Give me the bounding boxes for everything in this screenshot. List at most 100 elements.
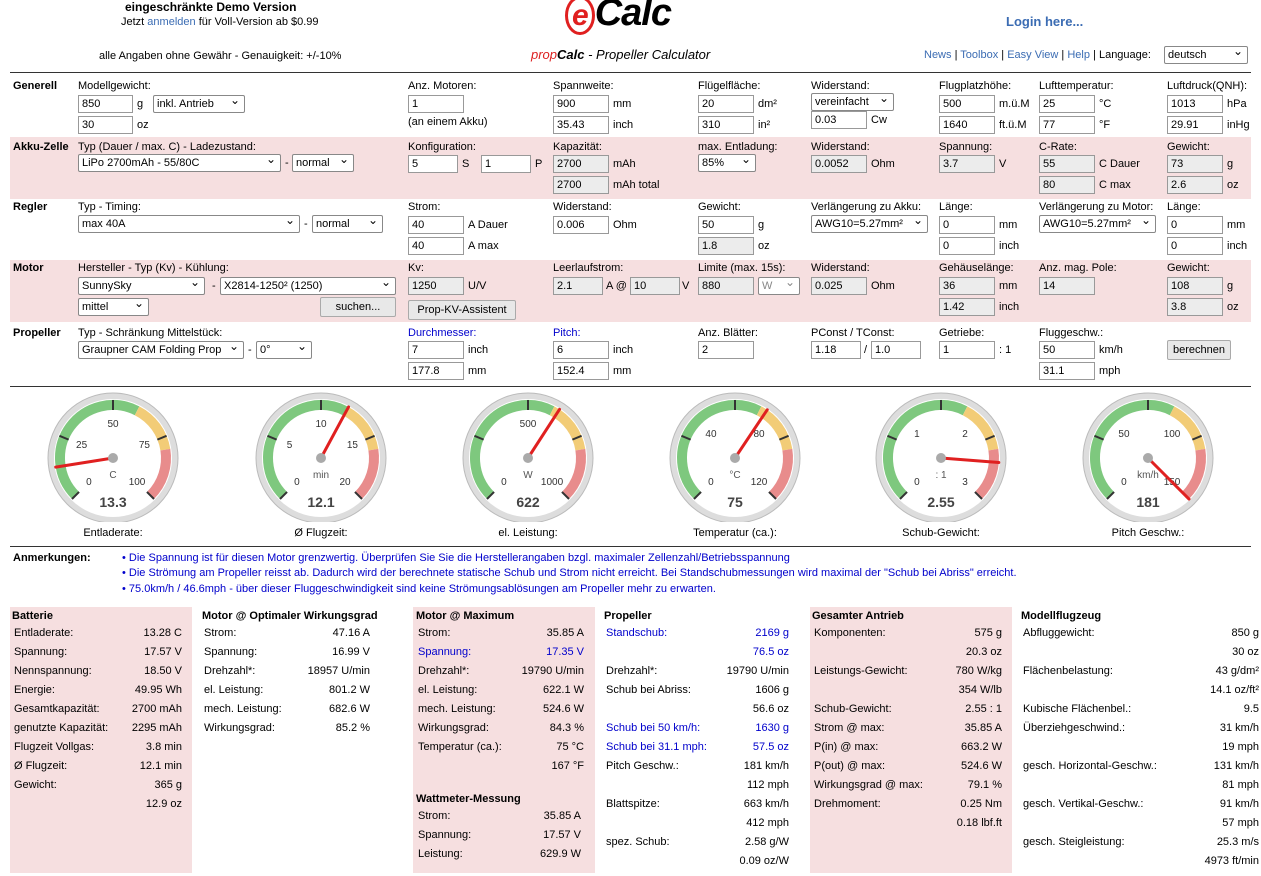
druck-inhg-input[interactable]: 29.91 — [1167, 116, 1223, 134]
entladung-select[interactable]: 85% — [698, 154, 756, 172]
result-label: Flugzeit Vollgas: — [14, 741, 95, 753]
durchmesser-mm-input[interactable]: 177.8 — [408, 362, 464, 380]
laenge1-mm-input[interactable]: 0 — [939, 216, 995, 234]
laenge2-inch-input[interactable]: 0 — [1167, 237, 1223, 255]
druck-hpa-input[interactable]: 1013 — [1167, 95, 1223, 113]
result-label: Leistungs-Gewicht: — [814, 665, 908, 677]
gauge-dial: 0 40 80 120 °C 75 — [669, 392, 801, 524]
regler-a-max-input[interactable]: 40 — [408, 237, 464, 255]
unit-c-max: C max — [1099, 179, 1131, 191]
gauge-unit: km/h — [1137, 470, 1159, 481]
result-label: Komponenten: — [814, 627, 886, 639]
getriebe-input[interactable]: 1 — [939, 341, 995, 359]
temp-f-input[interactable]: 77 — [1039, 116, 1095, 134]
fluggeschw-mph-input[interactable]: 31.1 — [1039, 362, 1095, 380]
spannweite-inch-input[interactable]: 35.43 — [553, 116, 609, 134]
language-select[interactable]: deutsch — [1164, 46, 1248, 64]
result-value: 30 oz — [1232, 646, 1259, 658]
timing-select[interactable]: normal — [312, 215, 383, 233]
kv-value: 1250 — [408, 277, 464, 295]
unit-mm: mm — [999, 219, 1018, 231]
flaeche-dm-input[interactable]: 20 — [698, 95, 754, 113]
result-label: Schub bei 31.1 mph: — [606, 741, 707, 753]
nav-easy-view[interactable]: Easy View — [1007, 49, 1058, 61]
zellen-s-input[interactable]: 5 — [408, 155, 458, 173]
tconst-input[interactable]: 1.0 — [871, 341, 921, 359]
antrieb-select[interactable]: inkl. Antrieb — [153, 95, 245, 113]
unit-mph: mph — [1099, 365, 1121, 377]
result-value: 35.85 A — [543, 810, 581, 822]
result-label: Abfluggewicht: — [1023, 627, 1095, 639]
gauge-value: 12.1 — [307, 494, 334, 510]
nav-toolbox[interactable]: Toolbox — [960, 49, 998, 61]
pconst-input[interactable]: 1.18 — [811, 341, 861, 359]
motoren-input[interactable]: 1 — [408, 95, 464, 113]
pitch-inch-input[interactable]: 6 — [553, 341, 609, 359]
results-title-wattmeter: Wattmeter-Messung — [416, 793, 521, 805]
gauge-tick-label: 20 — [339, 477, 351, 488]
laenge1-inch-input[interactable]: 0 — [939, 237, 995, 255]
propeller-typ-select[interactable]: Graupner CAM Folding Prop — [78, 341, 244, 359]
suchen-button[interactable]: suchen... — [320, 297, 396, 317]
login-link[interactable]: Login here... — [1006, 14, 1083, 29]
result-label: Entladerate: — [14, 627, 74, 639]
temp-c-input[interactable]: 25 — [1039, 95, 1095, 113]
motor-gewicht-oz-value: 3.8 — [1167, 298, 1223, 316]
widerstand-select[interactable]: vereinfacht — [811, 93, 894, 111]
durchmesser-inch-input[interactable]: 7 — [408, 341, 464, 359]
cw-input[interactable]: 0.03 — [811, 111, 867, 129]
regler-widerstand-input[interactable]: 0.006 — [553, 216, 609, 234]
gauge-unit: min — [313, 470, 329, 481]
anmelden-link[interactable]: anmelden — [147, 16, 195, 28]
verlaengerung-motor-select[interactable]: AWG10=5.27mm² — [1039, 215, 1156, 233]
verlaengerung-akku-label: Verlängerung zu Akku: — [811, 201, 922, 213]
pconst-label: PConst / TConst: — [811, 327, 895, 339]
result-value: 25.3 m/s — [1216, 836, 1259, 848]
nav-news[interactable]: News — [924, 49, 952, 61]
nav-help[interactable]: Help — [1067, 49, 1090, 61]
regler-gewicht-label: Gewicht: — [698, 201, 741, 213]
result-value: 19 mph — [1222, 741, 1259, 753]
result-label: Strom: — [418, 627, 451, 639]
motor-typ-select[interactable]: X2814-1250² (1250) — [220, 277, 396, 295]
schraenkung-select[interactable]: 0° — [256, 341, 312, 359]
flaeche-in-input[interactable]: 310 — [698, 116, 754, 134]
result-value: 75 °C — [556, 741, 584, 753]
kuehlung-select[interactable]: mittel — [78, 298, 149, 316]
akku-typ-select[interactable]: LiPo 2700mAh - 55/80C — [78, 154, 281, 172]
limite-unit-select[interactable]: W — [758, 277, 800, 295]
unit-c-dauer: C Dauer — [1099, 158, 1140, 170]
ladezustand-select[interactable]: normal — [292, 154, 354, 172]
unit-g: g — [1227, 158, 1234, 170]
modellgewicht-g-input[interactable]: 850 — [78, 95, 133, 113]
spannweite-mm-input[interactable]: 900 — [553, 95, 609, 113]
gauge-dial: 050100150km/h181 — [1082, 392, 1214, 524]
gauge-label: Ø Flugzeit: — [294, 527, 348, 539]
demo-title: eingeschränkte Demo Version — [125, 0, 297, 14]
verlaengerung-akku-select[interactable]: AWG10=5.27mm² — [811, 215, 928, 233]
laenge2-mm-input[interactable]: 0 — [1167, 216, 1223, 234]
gauge-unit: °C — [729, 470, 740, 481]
prop-kv-assistent-button[interactable]: Prop-KV-Assistent — [408, 300, 516, 320]
hersteller-select[interactable]: SunnySky — [78, 277, 205, 295]
modellgewicht-oz-input[interactable]: 30 — [78, 116, 133, 134]
result-label: Wirkungsgrad: — [204, 722, 275, 734]
gauge-label: Temperatur (ca.): — [693, 527, 777, 539]
regler-gewicht-g-input[interactable]: 50 — [698, 216, 754, 234]
result-label: genutzte Kapazität: — [14, 722, 109, 734]
result-label: P(out) @ max: — [814, 760, 886, 772]
platz-m-input[interactable]: 500 — [939, 95, 995, 113]
fluggeschw-kmh-input[interactable]: 50 — [1039, 341, 1095, 359]
unit-p: P — [535, 158, 543, 170]
pitch-mm-input[interactable]: 152.4 — [553, 362, 609, 380]
blaetter-input[interactable]: 2 — [698, 341, 754, 359]
leerlaufstrom-label: Leerlaufstrom: — [553, 262, 624, 274]
regler-a-dauer-input[interactable]: 40 — [408, 216, 464, 234]
demo-line: Jetzt anmelden für Voll-Version ab $0.99 — [121, 16, 319, 28]
gauge-1: 0 25 50 75 100 C 13.3 — [46, 392, 181, 537]
platz-ft-input[interactable]: 1640 — [939, 116, 995, 134]
zellen-p-input[interactable]: 1 — [481, 155, 531, 173]
berechnen-button[interactable]: berechnen — [1167, 340, 1231, 360]
result-value: 76.5 oz — [752, 646, 789, 658]
regler-typ-select[interactable]: max 40A — [78, 215, 300, 233]
